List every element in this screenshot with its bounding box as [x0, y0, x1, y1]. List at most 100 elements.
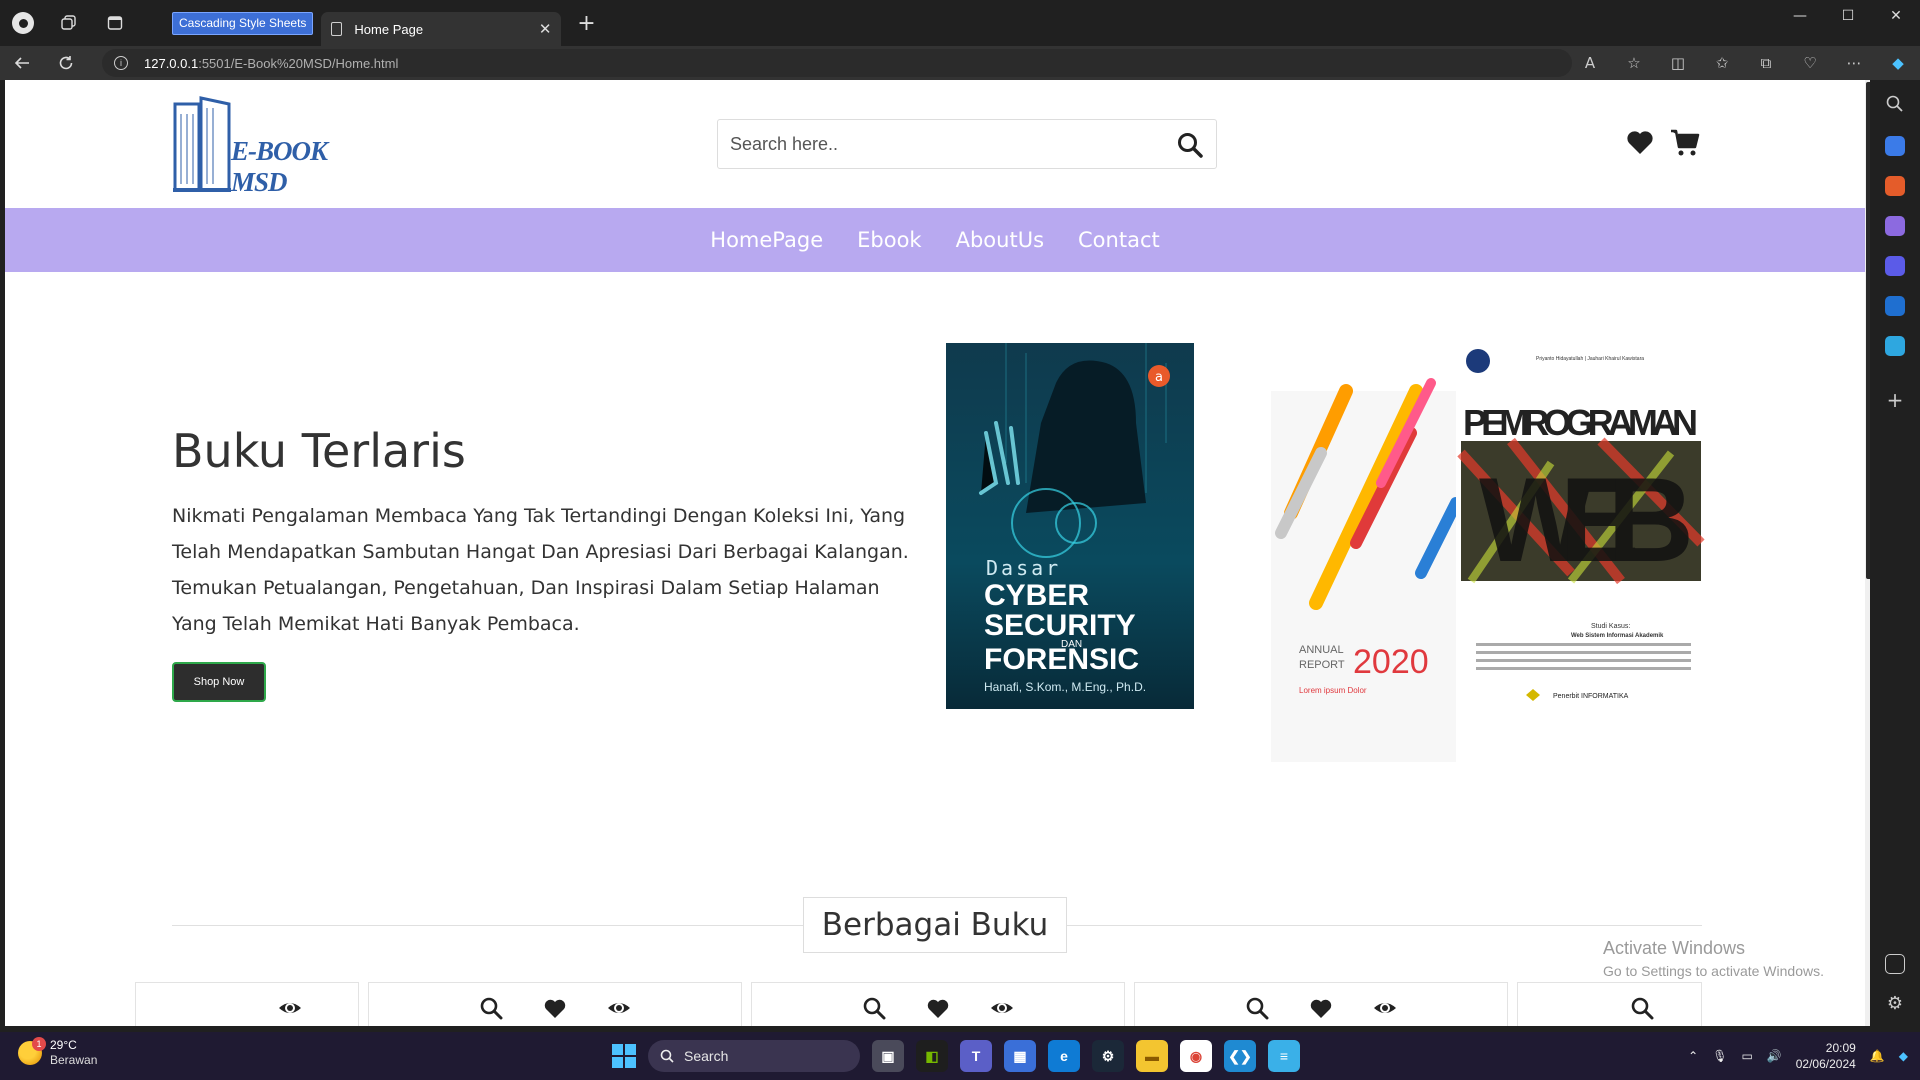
nav-homepage[interactable]: HomePage [710, 228, 823, 252]
nav-contact[interactable]: Contact [1078, 228, 1160, 252]
search-icon[interactable] [1176, 131, 1204, 159]
new-tab-button[interactable]: + [571, 11, 601, 36]
book-cover-cyber-security[interactable]: a Dasar CYBER SECURITY DAN FORENSIC Hana… [946, 343, 1194, 709]
window-controls: — ☐ ✕ [1776, 0, 1920, 32]
network-icon[interactable]: ▭ [1741, 1049, 1752, 1063]
nvidia-icon[interactable]: ◧ [916, 1040, 948, 1072]
windows-taskbar: 1 29°C Berawan Search ▣ ◧ T ▦ e ⚙ ▬ ◉ ❮❯… [0, 1032, 1920, 1080]
book-logo-icon [173, 96, 231, 192]
edge-sidebar: + ⚙ [1870, 80, 1920, 1026]
system-tray: ⌃ 🎙 ▭ 🔊 20:09 02/06/2024 🔔 ◆ [1688, 1038, 1908, 1074]
eye-icon[interactable] [990, 996, 1014, 1020]
profile-icon[interactable] [0, 0, 46, 46]
close-window-icon[interactable]: ✕ [1872, 0, 1920, 32]
shop-now-button[interactable]: Shop Now [172, 662, 266, 702]
vscode-icon[interactable]: ❮❯ [1224, 1040, 1256, 1072]
file-explorer-icon[interactable]: ▬ [1136, 1040, 1168, 1072]
read-aloud-icon[interactable]: A [1568, 54, 1612, 72]
tab-home-page[interactable]: Home Page ✕ [321, 12, 562, 46]
refresh-icon[interactable] [44, 46, 88, 80]
taskbar-search[interactable]: Search [648, 1040, 860, 1072]
heart-icon[interactable] [543, 996, 567, 1020]
sidebar-tools-icon[interactable] [1885, 176, 1905, 196]
windows-start-icon[interactable] [612, 1044, 636, 1068]
eye-icon[interactable] [278, 996, 302, 1020]
task-view-icon[interactable]: ▣ [872, 1040, 904, 1072]
book1-line5: FORENSIC [984, 643, 1139, 676]
clock[interactable]: 20:09 02/06/2024 [1796, 1040, 1856, 1072]
browser-titlebar: Cascading Style Sheets Home Page ✕ + — ☐… [0, 0, 1920, 46]
notepad-icon[interactable]: ≡ [1268, 1040, 1300, 1072]
sidebar-games-icon[interactable] [1885, 216, 1905, 236]
book-card[interactable] [1517, 982, 1702, 1026]
search-icon[interactable] [862, 996, 886, 1020]
book2-report: REPORT [1299, 659, 1345, 671]
sidebar-add-icon[interactable]: + [1885, 390, 1905, 410]
teams-icon[interactable]: T [960, 1040, 992, 1072]
sidebar-outlook-icon[interactable] [1885, 296, 1905, 316]
eye-icon[interactable] [1373, 996, 1397, 1020]
page-icon [331, 22, 343, 36]
sidebar-copilot-icon[interactable] [1885, 256, 1905, 276]
book1-author: Hanafi, S.Kom., M.Eng., Ph.D. [984, 680, 1146, 694]
tab-actions-icon[interactable] [92, 0, 138, 46]
edge-app-icon[interactable]: e [1048, 1040, 1080, 1072]
page-viewport: E-BOOK MSD HomePage Ebook AboutUs Contac… [5, 80, 1870, 1026]
back-icon[interactable] [0, 46, 44, 80]
microphone-icon[interactable]: 🎙 [1712, 1049, 1727, 1063]
heart-icon[interactable] [926, 996, 950, 1020]
sidebar-send-icon[interactable] [1885, 336, 1905, 356]
tab-close-icon[interactable]: ✕ [539, 20, 552, 38]
section-title: Berbagai Buku [803, 897, 1067, 953]
book-card[interactable] [751, 982, 1125, 1026]
tab-css[interactable]: Cascading Style Sheets [172, 11, 314, 35]
search-icon[interactable] [479, 996, 503, 1020]
cart-icon[interactable] [1669, 127, 1701, 157]
heart-icon[interactable] [1625, 127, 1655, 157]
browser-essentials-icon[interactable]: ♡ [1788, 54, 1832, 72]
sidebar-settings-icon[interactable]: ⚙ [1885, 994, 1905, 1014]
nav-ebook[interactable]: Ebook [857, 228, 921, 252]
url-field[interactable]: i 127.0.0.1:5501/E-Book%20MSD/Home.html [102, 49, 1572, 77]
eye-icon[interactable] [607, 996, 631, 1020]
settings-more-icon[interactable]: ⋯ [1832, 54, 1876, 72]
sidebar-shopping-icon[interactable] [1885, 136, 1905, 156]
workspaces-icon[interactable] [46, 0, 92, 46]
book-card[interactable] [135, 982, 359, 1026]
nav-aboutus[interactable]: AboutUs [956, 228, 1044, 252]
weather-widget[interactable]: 1 29°C Berawan [18, 1037, 97, 1068]
site-info-icon[interactable]: i [114, 56, 128, 70]
taskbar-search-icon [660, 1049, 674, 1063]
watermark-title: Activate Windows [1603, 938, 1746, 958]
steam-icon[interactable]: ⚙ [1092, 1040, 1124, 1072]
volume-icon[interactable]: 🔊 [1767, 1049, 1782, 1063]
sidebar-screenshot-icon[interactable] [1885, 954, 1905, 974]
book2-publisher: Penerbit INFORMATIKA [1553, 693, 1629, 700]
book2-authors: Priyanto Hidayatullah | Jauhari Khairul … [1536, 356, 1644, 362]
favorite-star-icon[interactable]: ☆ [1612, 54, 1656, 72]
store-icon[interactable]: ▦ [1004, 1040, 1036, 1072]
sidebar-search-icon[interactable] [1885, 94, 1905, 114]
copilot-taskbar-icon[interactable]: ◆ [1899, 1049, 1908, 1063]
search-input[interactable] [730, 133, 1150, 155]
book-card[interactable] [1134, 982, 1508, 1026]
maximize-icon[interactable]: ☐ [1824, 0, 1872, 32]
search-icon[interactable] [1245, 996, 1269, 1020]
heart-icon[interactable] [1309, 996, 1333, 1020]
tray-chevron-icon[interactable]: ⌃ [1688, 1049, 1698, 1063]
book-card[interactable] [368, 982, 742, 1026]
split-screen-icon[interactable]: ◫ [1656, 54, 1700, 72]
collections-icon[interactable]: ⧉ [1744, 54, 1788, 72]
notification-bell-icon[interactable]: 🔔 [1870, 1049, 1885, 1063]
book-cover-pemrograman-web[interactable]: ANNUAL REPORT 2020 Lorem ipsum Dolor Pri… [1271, 343, 1706, 762]
url-path: :5501/E-Book%20MSD/Home.html [198, 55, 399, 71]
site-logo[interactable]: E-BOOK MSD [171, 94, 331, 197]
copilot-icon[interactable]: ◆ [1876, 54, 1920, 72]
search-icon[interactable] [1630, 996, 1654, 1020]
watermark-subtitle: Go to Settings to activate Windows. [1603, 963, 1824, 979]
favorites-icon[interactable]: ✩ [1700, 54, 1744, 72]
minimize-icon[interactable]: — [1776, 0, 1824, 32]
svg-text:a: a [1155, 370, 1163, 385]
chrome-icon[interactable]: ◉ [1180, 1040, 1212, 1072]
tab-home-page-label: Home Page [354, 21, 424, 37]
